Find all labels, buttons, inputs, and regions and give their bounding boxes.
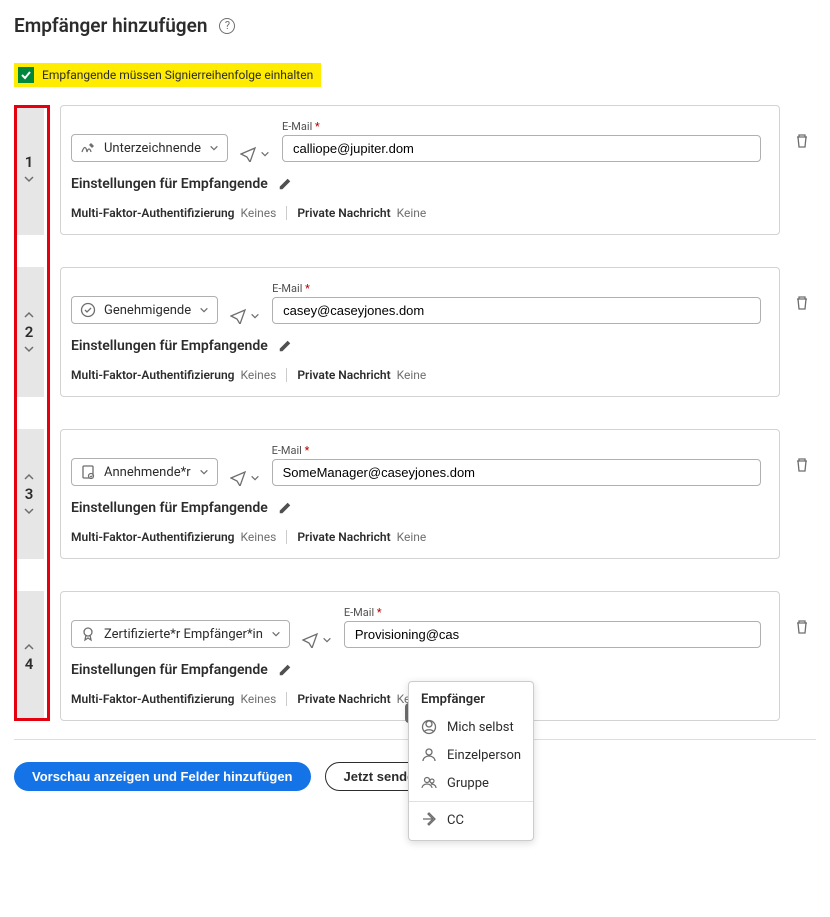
move-down-icon[interactable] <box>23 343 35 355</box>
private-value: Keine <box>397 368 427 382</box>
order-column: 4 <box>14 591 44 721</box>
email-label: E-Mail * <box>272 282 761 295</box>
mfa-value: Keines <box>240 206 276 220</box>
delete-icon[interactable] <box>794 295 810 311</box>
user-icon <box>421 747 437 763</box>
email-input[interactable] <box>272 297 761 324</box>
delete-icon[interactable] <box>794 619 810 635</box>
chevron-down-icon[interactable] <box>250 473 260 483</box>
private-label: Private Nachricht <box>297 206 390 220</box>
order-column: 2 <box>14 267 44 397</box>
email-input[interactable] <box>282 135 761 162</box>
chevron-down-icon[interactable] <box>260 149 270 159</box>
recipient-row: 2 Genehmigende E-Mail * E <box>14 267 816 397</box>
settings-title: Einstellungen für Empfangende <box>71 662 268 678</box>
move-up-icon[interactable] <box>23 471 35 483</box>
settings-title: Einstellungen für Empfangende <box>71 338 268 354</box>
settings-title: Einstellungen für Empfangende <box>71 176 268 192</box>
popup-item-group[interactable]: Gruppe <box>409 769 533 797</box>
private-label: Private Nachricht <box>297 530 390 544</box>
email-label: E-Mail * <box>282 120 761 133</box>
recipient-type-popup: Empfänger Mich selbst Einzelperson Grupp… <box>408 681 534 841</box>
popup-item-cc[interactable]: CC <box>409 806 533 834</box>
chevron-down-icon <box>199 467 209 477</box>
popup-item-individual[interactable]: Einzelperson <box>409 741 533 769</box>
send-icon[interactable] <box>302 632 318 648</box>
private-value: Keine <box>397 206 427 220</box>
role-label: Annehmende*r <box>104 465 191 480</box>
cc-icon <box>421 812 437 828</box>
mfa-label: Multi-Faktor-Authentifizierung <box>71 206 234 220</box>
help-icon[interactable]: ? <box>219 18 235 34</box>
recipient-card: Genehmigende E-Mail * Einstellungen für … <box>60 267 780 397</box>
chevron-down-icon <box>271 629 281 639</box>
chevron-down-icon[interactable] <box>322 635 332 645</box>
role-select[interactable]: Zertifizierte*r Empfänger*in <box>71 620 290 648</box>
delete-icon[interactable] <box>794 457 810 473</box>
mfa-label: Multi-Faktor-Authentifizierung <box>71 530 234 544</box>
preview-button[interactable]: Vorschau anzeigen und Felder hinzufügen <box>14 762 311 791</box>
order-column: 3 <box>14 429 44 559</box>
mfa-value: Keines <box>240 530 276 544</box>
send-icon[interactable] <box>230 308 246 324</box>
edit-icon[interactable] <box>278 501 292 515</box>
signing-order-checkbox-row: Empfangende müssen Signierreihenfolge ei… <box>14 63 321 87</box>
role-select[interactable]: Genehmigende <box>71 296 218 324</box>
signing-order-label: Empfangende müssen Signierreihenfolge ei… <box>42 68 313 82</box>
role-select[interactable]: Unterzeichnende <box>71 134 228 162</box>
acceptor-icon <box>80 464 96 480</box>
page-title: Empfänger hinzufügen <box>14 14 207 37</box>
order-number: 4 <box>25 655 34 673</box>
recipient-row: 1 Unterzeichnende E-Mail * <box>14 105 816 235</box>
send-icon[interactable] <box>240 146 256 162</box>
order-column: 1 <box>14 105 44 235</box>
delete-icon[interactable] <box>794 133 810 149</box>
private-label: Private Nachricht <box>297 368 390 382</box>
email-label: E-Mail * <box>344 606 761 619</box>
edit-icon[interactable] <box>278 177 292 191</box>
chevron-down-icon <box>199 305 209 315</box>
role-label: Unterzeichnende <box>104 141 201 156</box>
certified-icon <box>80 626 96 642</box>
popup-item-self[interactable]: Mich selbst <box>409 713 533 741</box>
group-icon <box>421 775 437 791</box>
recipient-card: Annehmende*r E-Mail * Einstellungen für … <box>60 429 780 559</box>
popup-title: Empfänger <box>409 688 533 713</box>
order-number: 2 <box>25 323 34 341</box>
private-value: Keine <box>397 530 427 544</box>
signer-icon <box>80 140 96 156</box>
recipient-card: Unterzeichnende E-Mail * Einstellungen f… <box>60 105 780 235</box>
role-select[interactable]: Annehmende*r <box>71 458 218 486</box>
move-down-icon[interactable] <box>23 505 35 517</box>
move-down-icon[interactable] <box>23 173 35 185</box>
mfa-value: Keines <box>240 368 276 382</box>
email-input[interactable] <box>344 621 761 648</box>
user-self-icon <box>421 719 437 735</box>
recipient-row: 3 Annehmende*r E-Mail * E <box>14 429 816 559</box>
signing-order-checkbox[interactable] <box>18 67 34 83</box>
settings-title: Einstellungen für Empfangende <box>71 500 268 516</box>
email-input[interactable] <box>272 459 761 486</box>
chevron-down-icon[interactable] <box>250 311 260 321</box>
move-up-icon[interactable] <box>23 641 35 653</box>
approver-icon <box>80 302 96 318</box>
order-number: 1 <box>25 153 34 171</box>
order-number: 3 <box>25 485 34 503</box>
role-label: Genehmigende <box>104 303 191 318</box>
mfa-label: Multi-Faktor-Authentifizierung <box>71 368 234 382</box>
send-icon[interactable] <box>230 470 246 486</box>
edit-icon[interactable] <box>278 339 292 353</box>
role-label: Zertifizierte*r Empfänger*in <box>104 627 263 642</box>
move-up-icon[interactable] <box>23 309 35 321</box>
edit-icon[interactable] <box>278 663 292 677</box>
recipient-row: 4 Zertifizierte*r Empfänger*in E-Mail * <box>14 591 816 721</box>
email-label: E-Mail * <box>272 444 761 457</box>
chevron-down-icon <box>209 143 219 153</box>
